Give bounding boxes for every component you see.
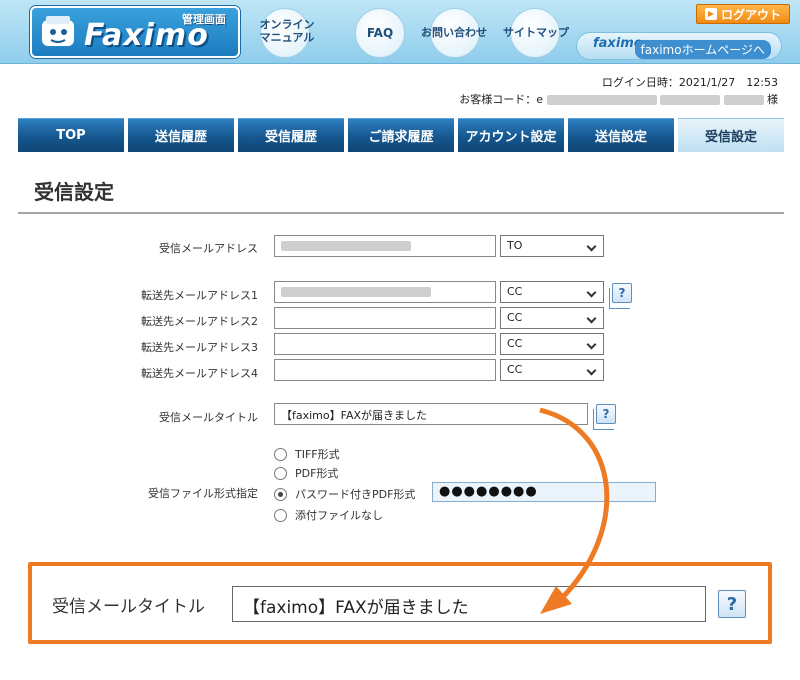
header-bar: Faximo 管理画面 オンライン マニュアル FAQ お問い合わせ サイトマッ… <box>0 0 800 64</box>
forward-email-4-type-select[interactable]: CC <box>500 359 604 381</box>
tab-account-settings[interactable]: アカウント設定 <box>458 118 564 152</box>
help-icon[interactable]: ? <box>609 283 632 309</box>
tab-receive-history[interactable]: 受信履歴 <box>238 118 344 152</box>
faximo-logo[interactable]: Faximo 管理画面 <box>30 6 240 58</box>
home-link-text: faximoホームページへ <box>634 40 771 59</box>
login-datetime-label: ログイン日時： <box>601 76 679 89</box>
tab-send-settings[interactable]: 送信設定 <box>568 118 674 152</box>
contact-link[interactable]: お問い合わせ <box>414 26 494 39</box>
redacted-code <box>546 95 657 105</box>
tab-top[interactable]: TOP <box>18 118 124 152</box>
redacted-email <box>281 287 431 297</box>
logout-label: ログアウト <box>720 7 781 22</box>
chevron-down-icon <box>586 313 597 324</box>
forward-email-2-type-select[interactable]: CC <box>500 307 604 329</box>
forward-email-1-input[interactable] <box>274 281 496 303</box>
login-datetime: ログイン日時：2021/1/27 12:53 <box>459 74 778 91</box>
mail-title-input[interactable]: 【faximo】FAXが届きました <box>274 403 588 425</box>
radio-button[interactable] <box>274 447 287 461</box>
help-icon: ? <box>718 590 746 618</box>
online-manual-line2: マニュアル <box>259 31 315 44</box>
forward-email-3-type-value: CC <box>507 337 523 350</box>
file-format-label: 受信ファイル形式指定 <box>148 487 258 500</box>
radio-button[interactable] <box>274 466 287 480</box>
mascot-icon <box>42 16 74 46</box>
faximo-home-link[interactable]: faximo faximoホームページへ <box>576 32 782 60</box>
format-option-none-label: 添付ファイルなし <box>295 509 383 522</box>
tab-billing-history[interactable]: ご請求履歴 <box>348 118 454 152</box>
faq-link[interactable]: FAQ <box>360 26 400 48</box>
customer-code: お客様コード：e 様 <box>459 91 778 108</box>
redacted-code <box>723 95 764 105</box>
help-glyph: ? <box>618 286 626 300</box>
mail-title-label: 受信メールタイトル <box>159 411 258 424</box>
radio-button[interactable] <box>274 508 287 522</box>
chevron-down-icon <box>586 339 597 350</box>
receive-email-input[interactable] <box>274 235 496 257</box>
forward-email-1-label: 転送先メールアドレス1 <box>141 289 258 302</box>
customer-code-suffix: 様 <box>767 93 778 106</box>
format-option-password-pdf-label: パスワード付きPDF形式 <box>295 488 416 501</box>
format-option-pdf[interactable]: PDF形式 <box>274 465 338 481</box>
online-manual-link[interactable]: オンライン マニュアル <box>252 18 322 44</box>
radio-button-selected[interactable] <box>274 487 287 501</box>
forward-email-2-input[interactable] <box>274 307 496 329</box>
format-option-tiff[interactable]: TIFF形式 <box>274 446 340 462</box>
receive-email-type-select[interactable]: TO <box>500 235 604 257</box>
format-option-tiff-label: TIFF形式 <box>295 448 340 461</box>
callout-mail-title-label: 受信メールタイトル <box>52 597 205 617</box>
online-manual-line1: オンライン <box>259 18 315 31</box>
customer-code-prefix: e <box>536 93 543 106</box>
chevron-down-icon <box>586 365 597 376</box>
login-datetime-value: 2021/1/27 12:53 <box>678 76 778 89</box>
format-option-none[interactable]: 添付ファイルなし <box>274 507 383 523</box>
tab-receive-settings[interactable]: 受信設定 <box>678 118 784 152</box>
main-nav: TOP 送信履歴 受信履歴 ご請求履歴 アカウント設定 送信設定 受信設定 <box>18 118 784 152</box>
forward-email-3-type-select[interactable]: CC <box>500 333 604 355</box>
forward-email-3-label: 転送先メールアドレス3 <box>141 341 258 354</box>
title-divider <box>18 212 784 214</box>
tab-send-history[interactable]: 送信履歴 <box>128 118 234 152</box>
format-option-password-pdf[interactable]: パスワード付きPDF形式 <box>274 486 415 502</box>
callout-mail-title-input: 【faximo】FAXが届きました <box>232 586 706 622</box>
redacted-code <box>660 95 720 105</box>
forward-email-4-input[interactable] <box>274 359 496 381</box>
help-icon[interactable]: ? <box>593 404 616 430</box>
customer-code-label: お客様コード： <box>459 93 537 106</box>
forward-email-3-input[interactable] <box>274 333 496 355</box>
redacted-email <box>281 241 411 251</box>
pdf-password-input[interactable]: ●●●●●●●● <box>432 482 656 502</box>
receive-email-label: 受信メールアドレス <box>159 242 258 255</box>
logout-icon <box>704 8 717 20</box>
logout-button[interactable]: ログアウト <box>696 4 790 24</box>
zoom-callout: 受信メールタイトル 【faximo】FAXが届きました ? <box>28 562 772 644</box>
forward-email-2-label: 転送先メールアドレス2 <box>141 315 258 328</box>
help-glyph: ? <box>726 593 738 615</box>
forward-email-1-type-select[interactable]: CC <box>500 281 604 303</box>
forward-email-4-label: 転送先メールアドレス4 <box>141 367 258 380</box>
forward-email-2-type-value: CC <box>507 311 523 324</box>
format-option-pdf-label: PDF形式 <box>295 467 339 480</box>
page-title: 受信設定 <box>34 180 114 204</box>
logo-subtitle: 管理画面 <box>182 13 226 26</box>
forward-email-1-type-value: CC <box>507 285 523 298</box>
chevron-down-icon <box>586 287 597 298</box>
help-glyph: ? <box>602 407 610 421</box>
sitemap-link[interactable]: サイトマップ <box>496 26 576 39</box>
login-info: ログイン日時：2021/1/27 12:53 お客様コード：e 様 <box>459 74 778 108</box>
receive-email-type-value: TO <box>507 239 523 252</box>
forward-email-4-type-value: CC <box>507 363 523 376</box>
chevron-down-icon <box>586 241 597 252</box>
